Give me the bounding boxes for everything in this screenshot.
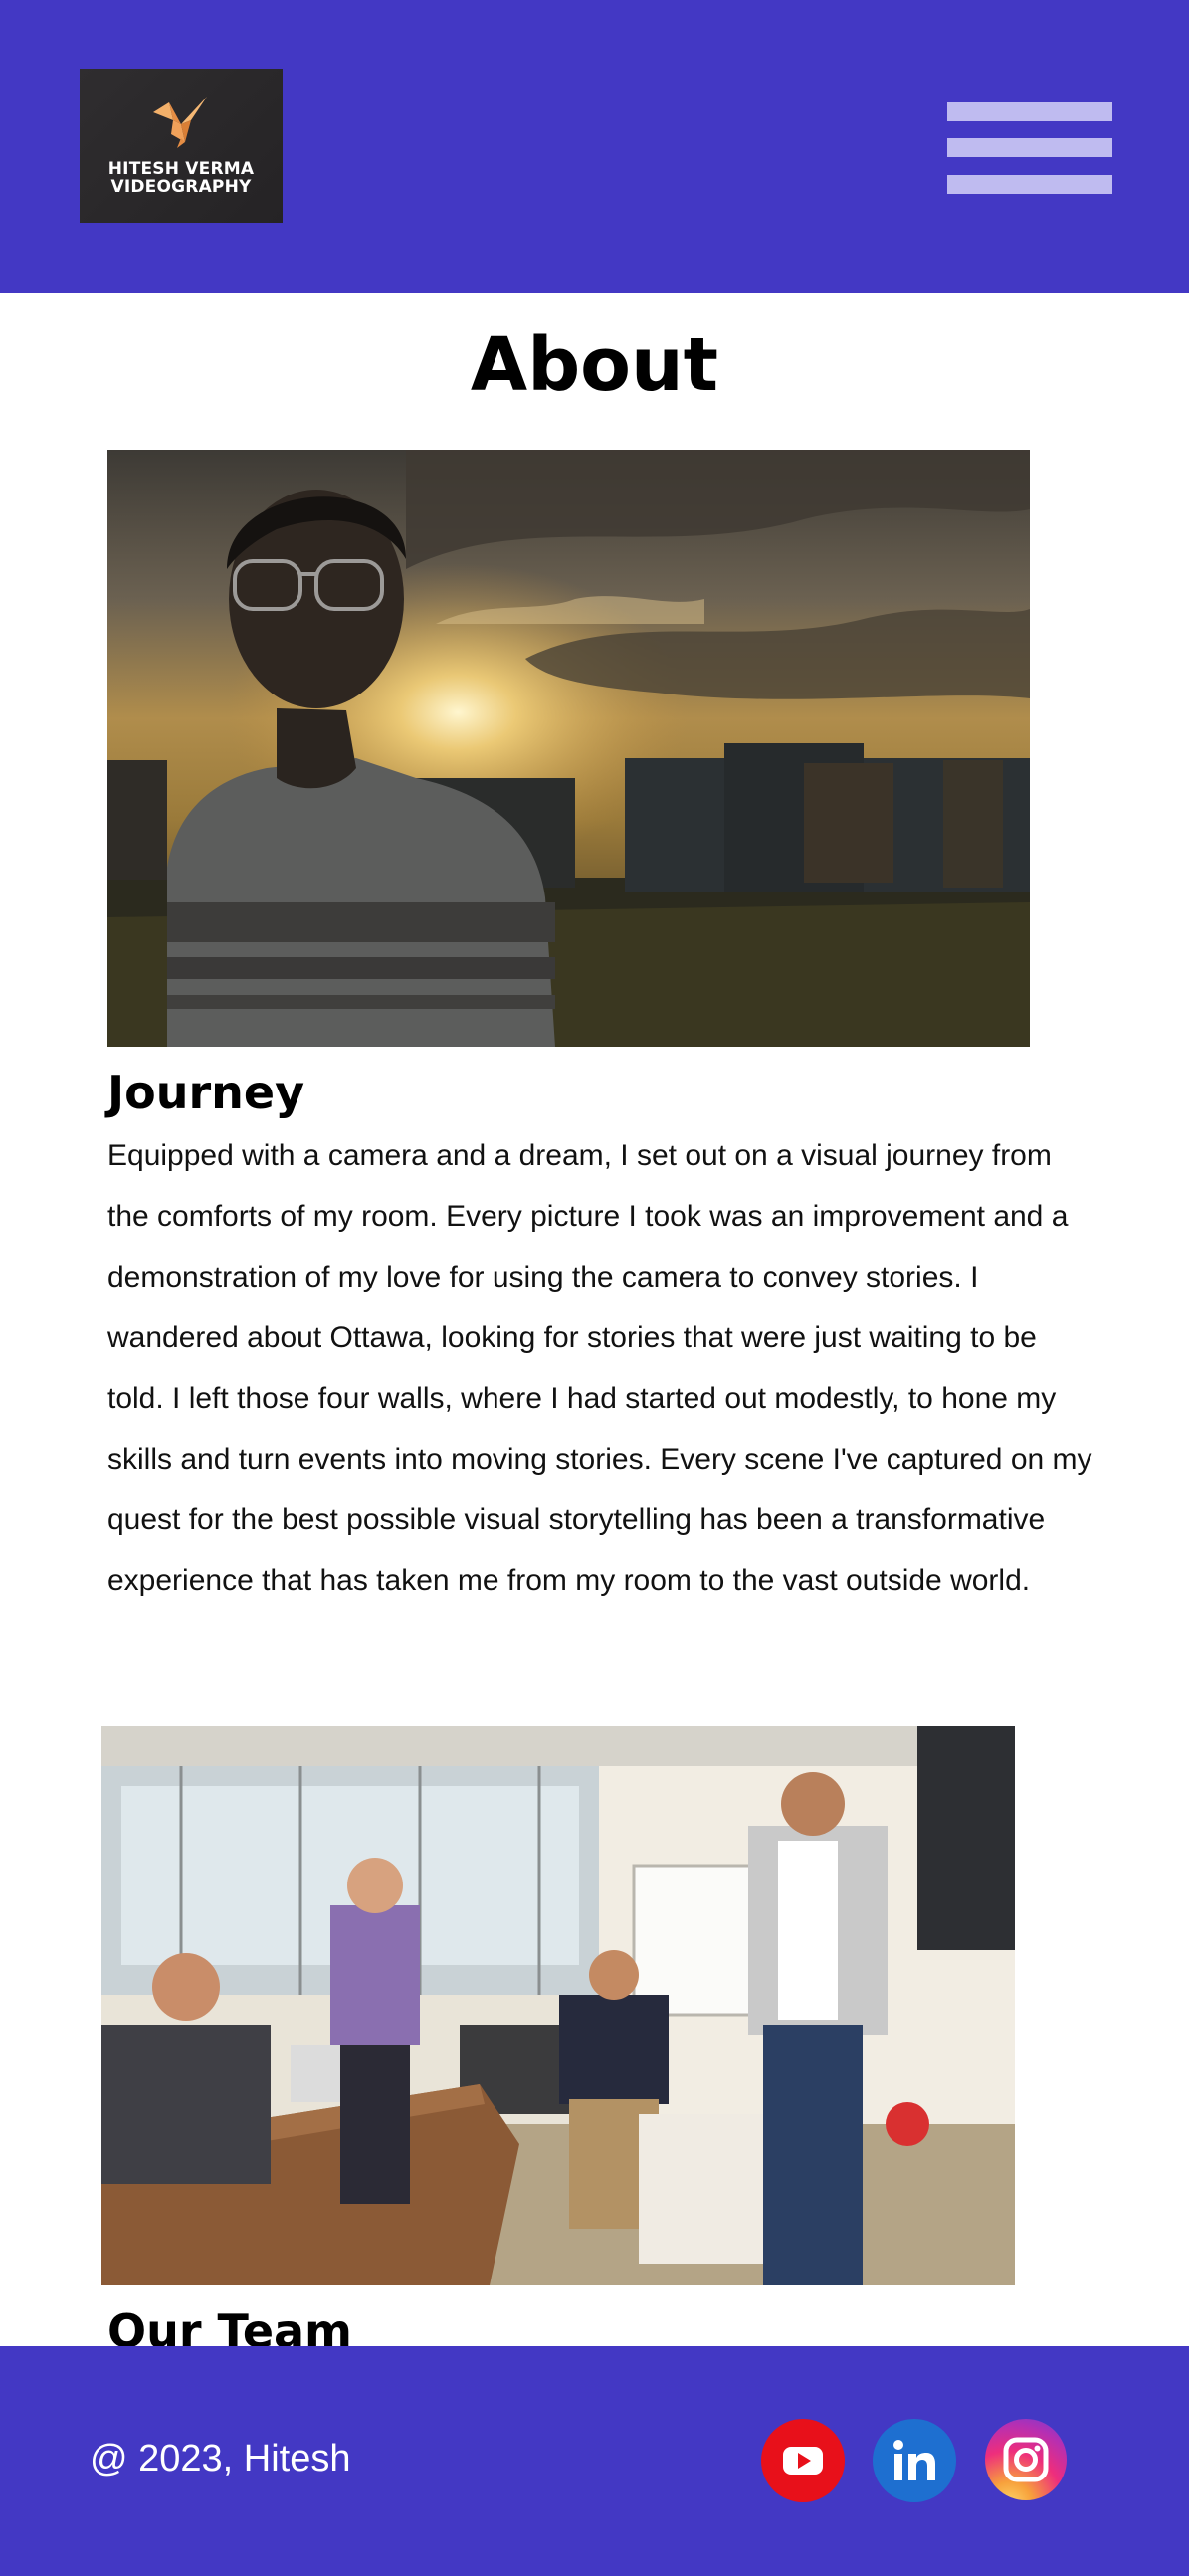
journey-paragraph: Equipped with a camera and a dream, I se… [107,1139,1092,1597]
instagram-icon [1003,2437,1049,2482]
menu-bar [947,102,1112,121]
linkedin-icon [893,2440,935,2480]
menu-bar [947,175,1112,194]
hamburger-menu-icon[interactable] [947,102,1112,194]
section-heading-journey: Journey [107,1066,305,1119]
youtube-link[interactable] [761,2419,845,2502]
menu-bar [947,138,1112,157]
copyright-text: @ 2023, Hitesh [90,2438,351,2479]
logo-text-line2: VIDEOGRAPHY [110,177,252,197]
site-logo[interactable]: HITESH VERMA VIDEOGRAPHY [80,69,283,223]
page-title: About [470,322,719,408]
origami-bird-icon [153,97,207,148]
logo-text-line1: HITESH VERMA [107,159,255,179]
team-meeting-photo [101,1726,1015,2285]
instagram-link[interactable] [985,2419,1067,2500]
linkedin-link[interactable] [873,2419,956,2502]
portrait-sunset-photo [107,450,1030,1047]
site-header: HITESH VERMA VIDEOGRAPHY [0,0,1189,293]
youtube-icon [783,2447,823,2475]
